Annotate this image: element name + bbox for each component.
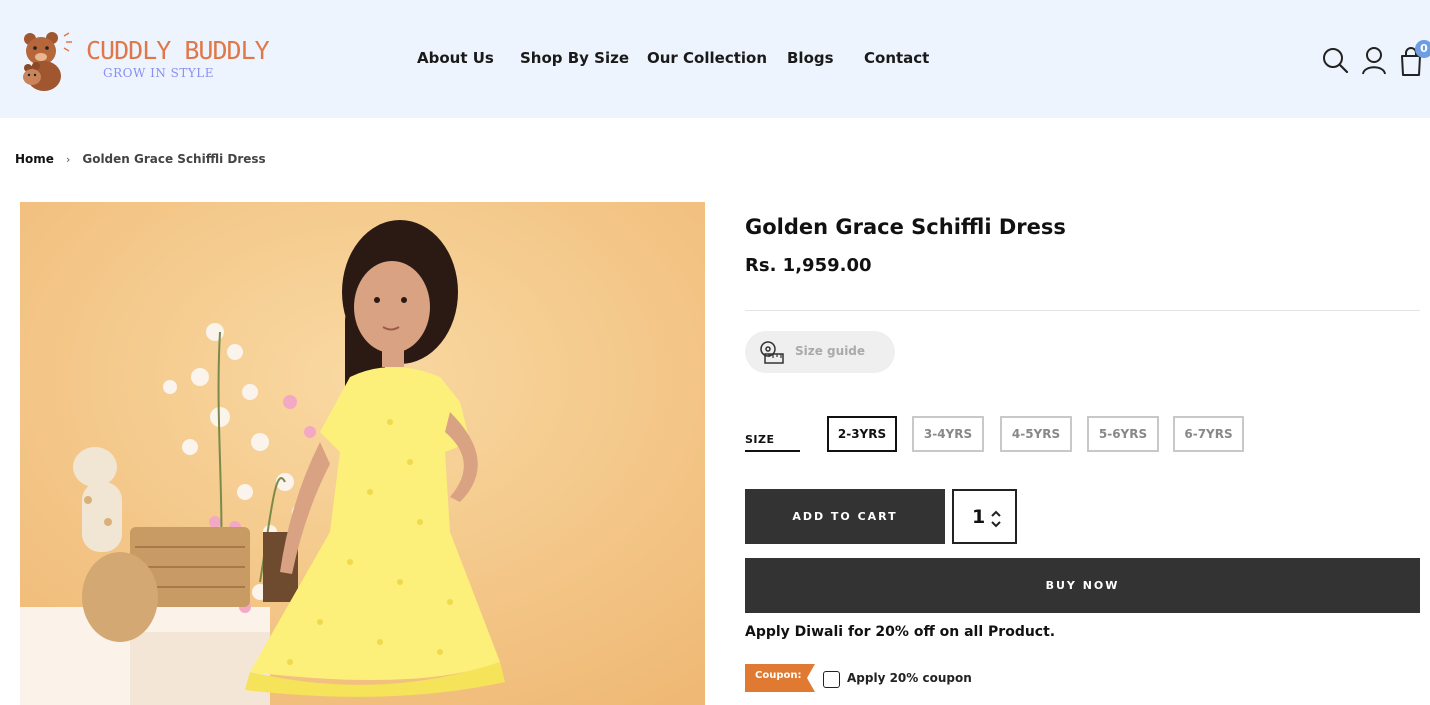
size-label-underline: [745, 450, 800, 452]
nav-shop-by-size[interactable]: Shop By Size: [520, 49, 629, 67]
product-image[interactable]: [20, 202, 705, 705]
chevron-down-icon[interactable]: [990, 520, 1002, 528]
coupon-tag: Coupon:: [745, 664, 815, 692]
size-label: SIZE: [745, 433, 775, 446]
size-guide-label: Size guide: [795, 344, 866, 358]
size-option-2-3yrs[interactable]: 2-3YRS: [827, 416, 897, 452]
bear-logo-icon: [23, 32, 72, 91]
breadcrumb-current: Golden Grace Schiffli Dress: [82, 152, 266, 166]
breadcrumb-home[interactable]: Home: [15, 152, 54, 166]
size-option-6-7yrs[interactable]: 6-7YRS: [1173, 416, 1244, 452]
product-price: Rs. 1,959.00: [745, 255, 872, 276]
brand-tagline: GROW IN STYLE: [103, 66, 215, 80]
brand-text: CUDDLY BUDDLY GROW IN STYLE: [86, 36, 270, 81]
add-to-cart-button[interactable]: ADD TO CART: [745, 489, 945, 544]
nav-contact[interactable]: Contact: [864, 49, 929, 67]
coupon-checkbox[interactable]: [823, 671, 840, 688]
size-guide-button[interactable]: Size guide: [745, 331, 895, 373]
brand-logo[interactable]: CUDDLY BUDDLY GROW IN STYLE: [16, 30, 270, 92]
size-option-3-4yrs[interactable]: 3-4YRS: [912, 416, 984, 452]
promo-text: Apply Diwali for 20% off on all Product.: [745, 624, 1056, 640]
coupon-tag-label: Coupon:: [755, 670, 802, 681]
nav-our-collection[interactable]: Our Collection: [647, 49, 767, 67]
search-icon[interactable]: [1320, 44, 1352, 78]
chevron-right-icon: ›: [65, 153, 71, 166]
brand-name: CUDDLY BUDDLY: [86, 36, 270, 65]
quantity-stepper[interactable]: 1: [952, 489, 1017, 544]
cart-count-badge: 0: [1415, 40, 1430, 58]
cart-icon[interactable]: 0: [1398, 40, 1430, 78]
size-option-5-6yrs[interactable]: 5-6YRS: [1087, 416, 1159, 452]
product-title: Golden Grace Schiffli Dress: [745, 215, 1066, 239]
size-option-4-5yrs[interactable]: 4-5YRS: [1000, 416, 1072, 452]
nav-about-us[interactable]: About Us: [417, 49, 494, 67]
tape-measure-icon: [760, 341, 784, 364]
buy-now-button[interactable]: BUY NOW: [745, 558, 1420, 613]
nav-blogs[interactable]: Blogs: [787, 49, 834, 67]
user-icon[interactable]: [1360, 44, 1392, 78]
coupon-checkbox-label[interactable]: Apply 20% coupon: [847, 671, 972, 685]
site-header: CUDDLY BUDDLY GROW IN STYLE About Us Sho…: [0, 0, 1430, 118]
quantity-value[interactable]: 1: [972, 506, 985, 528]
chevron-up-icon[interactable]: [990, 510, 1002, 518]
header-icons: 0: [1320, 40, 1430, 80]
divider: [745, 310, 1420, 311]
breadcrumb: Home › Golden Grace Schiffli Dress: [15, 152, 266, 166]
